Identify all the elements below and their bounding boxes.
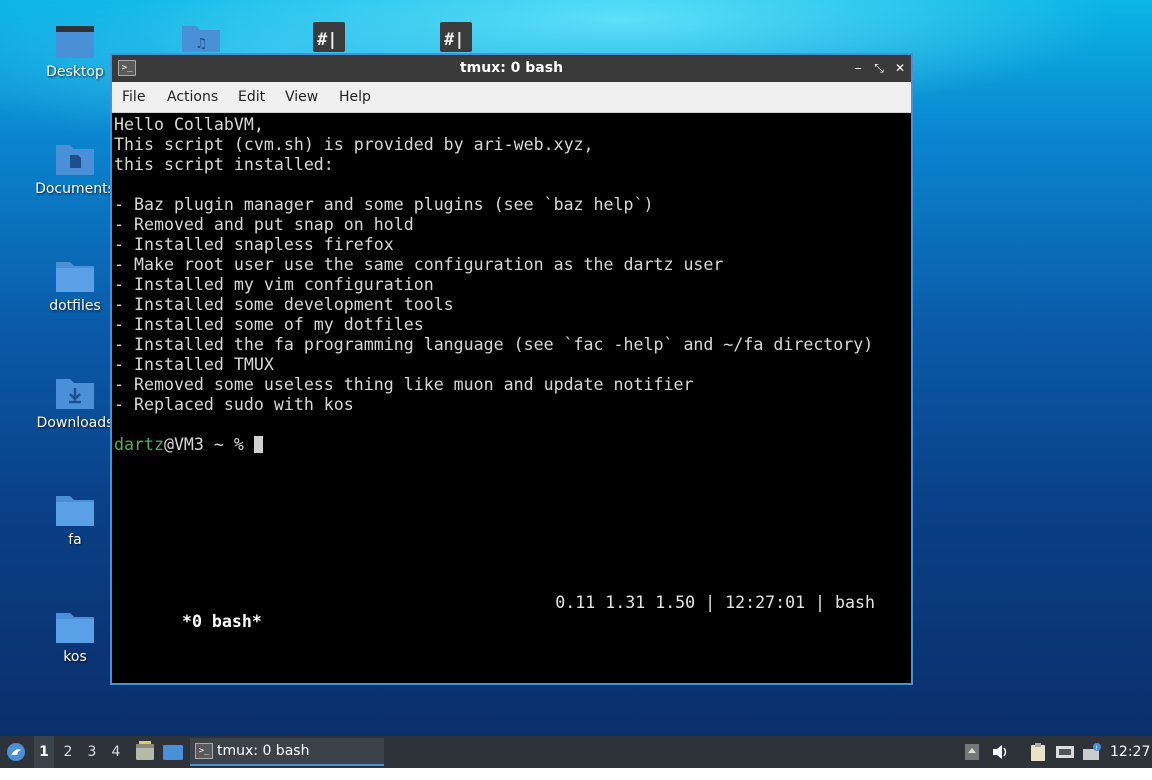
desktop-folder-icon	[55, 24, 95, 58]
fa-folder-label: fa	[68, 532, 82, 548]
desktop-folder[interactable]: Desktop	[35, 24, 115, 80]
terminal-line: this script installed:	[114, 155, 334, 174]
terminal-line: Hello CollabVM,	[114, 115, 264, 134]
taskbar-task-terminal[interactable]: >_ tmux: 0 bash	[190, 738, 384, 766]
terminal-line: - Installed some of my dotfiles	[114, 315, 424, 334]
dotfiles-folder[interactable]: dotfiles	[35, 258, 115, 314]
tmux-window-name[interactable]: *0 bash*	[182, 612, 262, 631]
documents-folder[interactable]: Documents	[35, 141, 115, 197]
svg-text:!: !	[1096, 745, 1098, 752]
terminal-line: - Make root user use the same configurat…	[114, 255, 724, 274]
workspace-2[interactable]: 2	[58, 736, 78, 768]
dotfiles-folder-icon	[55, 258, 95, 292]
notification-icon[interactable]: !	[1082, 742, 1102, 762]
terminal-line: - Installed TMUX	[114, 355, 274, 374]
music-folder-icon[interactable]: ♫	[181, 22, 221, 52]
terminal-line: - Replaced sudo with kos	[114, 395, 354, 414]
window-titlebar[interactable]: >_ tmux: 0 bash ‒ ⤡ ✕	[112, 55, 911, 82]
volume-icon[interactable]	[990, 742, 1010, 762]
clock[interactable]: 12:27	[1110, 736, 1150, 768]
terminal-line: - Removed and put snap on hold	[114, 215, 414, 234]
workspace-3[interactable]: 3	[82, 736, 102, 768]
menubar: File Actions Edit View Help	[112, 82, 911, 113]
show-desktop-icon[interactable]	[161, 736, 185, 768]
text-file-icon[interactable]: #|	[313, 22, 345, 52]
workspace-1[interactable]: 1	[34, 736, 54, 768]
documents-folder-label: Documents	[35, 181, 115, 197]
terminal-line: - Installed the fa programming language …	[114, 335, 874, 354]
terminal-line: - Baz plugin manager and some plugins (s…	[114, 195, 654, 214]
menu-view[interactable]: View	[285, 89, 318, 105]
terminal-line: This script (cvm.sh) is provided by ari-…	[114, 135, 594, 154]
desktop-folder-label: Desktop	[46, 64, 104, 80]
minimize-button[interactable]: ‒	[850, 59, 866, 77]
taskbar-task-label: tmux: 0 bash	[217, 743, 310, 759]
window-title: tmux: 0 bash	[459, 60, 564, 76]
kos-folder-icon	[55, 609, 95, 643]
clipboard-icon[interactable]	[1028, 742, 1048, 762]
file-manager-icon[interactable]	[134, 736, 156, 768]
up-arrow-icon[interactable]	[962, 742, 982, 762]
text-file-icon[interactable]: #|	[440, 22, 472, 52]
workspace-4[interactable]: 4	[106, 736, 126, 768]
fa-folder-icon	[55, 492, 95, 526]
menu-file[interactable]: File	[122, 89, 145, 105]
fa-folder[interactable]: fa	[35, 492, 115, 548]
network-icon[interactable]	[1055, 742, 1075, 762]
downloads-folder-icon	[55, 375, 95, 409]
dotfiles-folder-label: dotfiles	[49, 298, 101, 314]
svg-text:♫: ♫	[195, 36, 208, 52]
text-cursor	[253, 436, 263, 453]
prompt-host: @VM3 ~ %	[163, 435, 254, 454]
terminal-window[interactable]: >_ tmux: 0 bash ‒ ⤡ ✕ File Actions Edit …	[110, 53, 913, 685]
shell-prompt[interactable]: dartz@VM3 ~ %	[114, 435, 911, 455]
maximize-button[interactable]: ⤡	[871, 59, 887, 77]
tmux-status-right: 0.11 1.31 1.50 | 12:27:01 | bash	[555, 593, 875, 612]
menu-help[interactable]: Help	[339, 89, 371, 105]
prompt-user: dartz	[114, 435, 164, 454]
terminal-line: - Installed my vim configuration	[114, 275, 434, 294]
tmux-statusline: *0 bash* 0.11 1.31 1.50 | 12:27:01 | bas…	[122, 593, 875, 669]
kos-folder[interactable]: kos	[35, 609, 115, 665]
menu-edit[interactable]: Edit	[238, 89, 265, 105]
taskbar: 1 2 3 4 >_ tmux: 0 bash ! 12:27	[0, 736, 1152, 768]
start-menu-icon[interactable]	[4, 736, 28, 768]
terminal-line: - Installed some development tools	[114, 295, 454, 314]
kos-folder-label: kos	[63, 649, 87, 665]
terminal-task-icon: >_	[195, 743, 213, 759]
desktop: ♫ #| #| Desktop Documents dotfiles Downl…	[0, 0, 1152, 736]
documents-folder-icon	[55, 141, 95, 175]
downloads-folder-label: Downloads	[36, 415, 114, 431]
terminal-line: - Removed some useless thing like muon a…	[114, 375, 694, 394]
close-button[interactable]: ✕	[892, 59, 908, 77]
terminal-line: - Installed snapless firefox	[114, 235, 394, 254]
menu-actions[interactable]: Actions	[167, 89, 218, 105]
downloads-folder[interactable]: Downloads	[35, 375, 115, 431]
